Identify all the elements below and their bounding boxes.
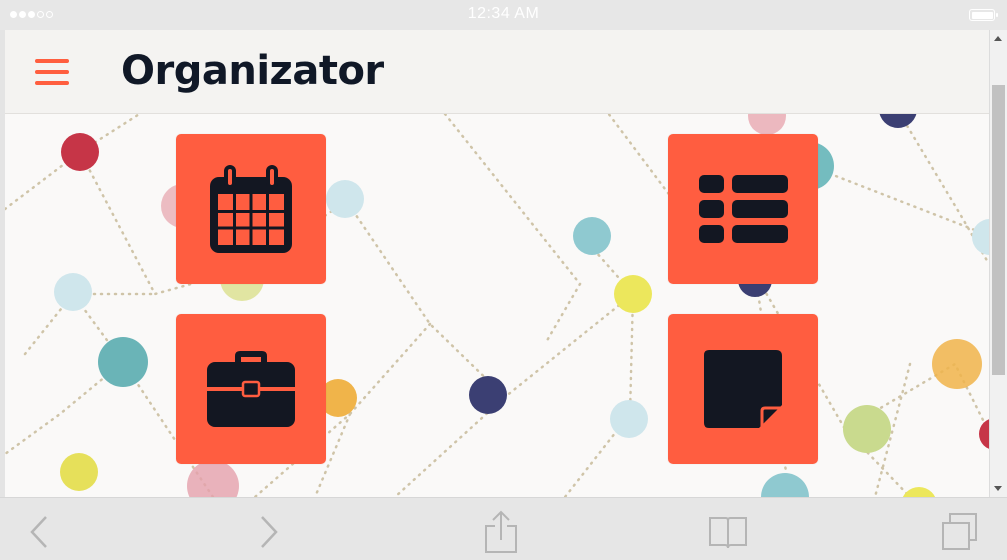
chevron-left-icon <box>30 516 47 548</box>
list-tile[interactable] <box>668 134 818 284</box>
scroll-up-arrow-icon[interactable] <box>994 36 1002 41</box>
briefcase-tile[interactable] <box>176 314 326 464</box>
tabs-button[interactable] <box>940 512 980 552</box>
calendar-icon <box>210 165 292 253</box>
back-button[interactable] <box>22 512 62 552</box>
tiles-area <box>5 114 989 497</box>
tabs-icon <box>942 513 977 550</box>
hamburger-menu-icon[interactable] <box>35 57 69 87</box>
sticky-note-icon <box>704 350 782 428</box>
briefcase-icon <box>207 351 295 427</box>
bookmarks-button[interactable] <box>708 512 748 552</box>
app-header: Organizator <box>5 30 989 114</box>
battery-icon <box>969 9 998 21</box>
calendar-tile[interactable] <box>176 134 326 284</box>
browser-toolbar <box>0 497 1007 560</box>
page-title: Organizator <box>121 48 384 94</box>
chevron-right-icon <box>261 516 278 548</box>
share-button[interactable] <box>482 510 522 553</box>
list-icon <box>699 175 788 243</box>
app-viewport: Organizator <box>5 30 989 497</box>
book-icon <box>709 517 747 549</box>
note-tile[interactable] <box>668 314 818 464</box>
scroll-thumb[interactable] <box>992 85 1005 375</box>
status-time: 12:34 AM <box>467 5 540 22</box>
vertical-scrollbar[interactable] <box>989 30 1007 497</box>
share-icon <box>485 510 517 553</box>
forward-button[interactable] <box>250 512 290 552</box>
background-pattern <box>5 114 989 497</box>
scroll-down-arrow-icon[interactable] <box>994 486 1002 491</box>
status-bar: 12:34 AM <box>0 0 1007 30</box>
